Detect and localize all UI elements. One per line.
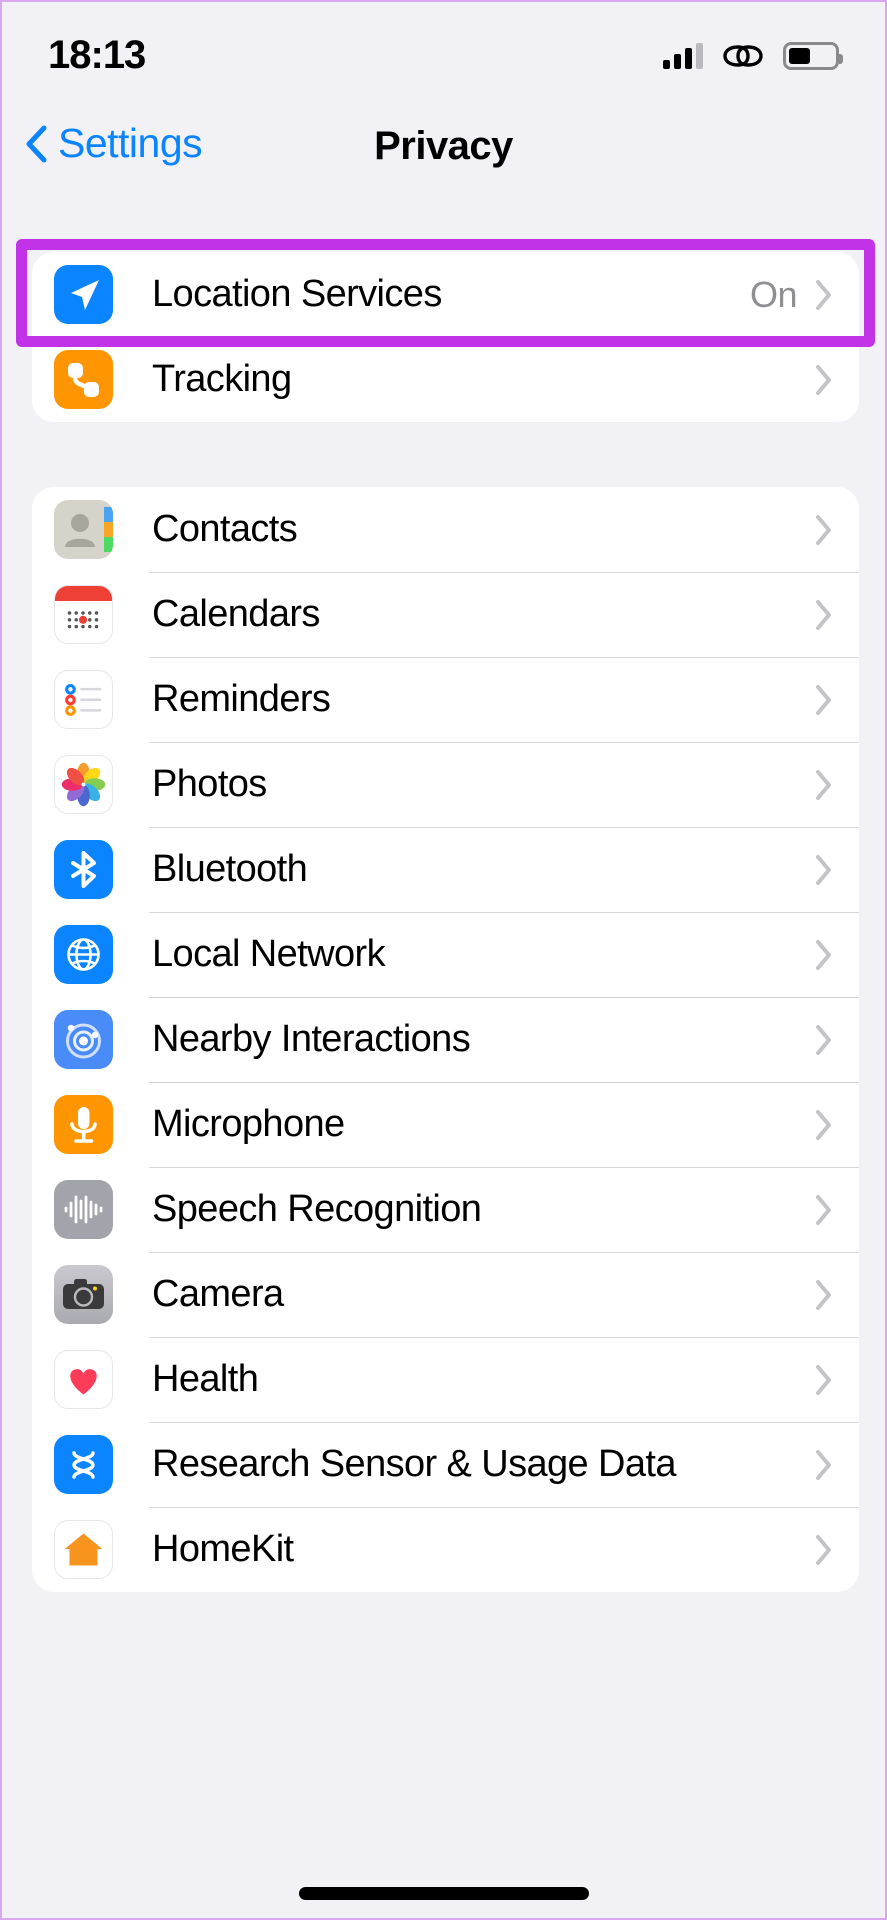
- research-sensor-icon: [54, 1435, 113, 1494]
- row-separator: [149, 912, 859, 913]
- row-microphone[interactable]: Microphone: [32, 1082, 859, 1167]
- cellular-signal-icon: [663, 43, 703, 69]
- row-label: Nearby Interactions: [152, 1018, 471, 1060]
- row-label: Research Sensor & Usage Data: [152, 1443, 677, 1485]
- row-label: Bluetooth: [152, 848, 308, 890]
- iphone-screen: 18:13 Settings Privacy Location Services…: [0, 0, 887, 1920]
- chevron-right-icon: [816, 1449, 831, 1480]
- chevron-right-icon: [816, 279, 831, 310]
- row-bluetooth[interactable]: Bluetooth: [32, 827, 859, 912]
- chevron-right-icon: [816, 854, 831, 885]
- row-label: Microphone: [152, 1103, 345, 1145]
- row-health[interactable]: Health: [32, 1337, 859, 1422]
- row-label: Photos: [152, 763, 267, 805]
- row-tracking[interactable]: Tracking: [32, 337, 859, 422]
- row-separator: [149, 827, 859, 828]
- page-title: Privacy: [374, 124, 513, 168]
- row-location-services[interactable]: Location Services On: [32, 252, 859, 337]
- chevron-right-icon: [816, 1024, 831, 1055]
- chevron-right-icon: [816, 1279, 831, 1310]
- row-contacts[interactable]: Contacts: [32, 487, 859, 572]
- chevron-right-icon: [816, 1109, 831, 1140]
- chevron-right-icon: [816, 939, 831, 970]
- battery-icon: [783, 42, 843, 70]
- row-label: Contacts: [152, 508, 298, 550]
- row-label: Location Services: [152, 273, 442, 315]
- reminders-icon: [54, 670, 113, 729]
- home-indicator: [298, 1887, 589, 1900]
- row-research-sensor-usage-data[interactable]: Research Sensor & Usage Data: [32, 1422, 859, 1507]
- chevron-right-icon: [816, 1194, 831, 1225]
- heart-icon: [54, 1350, 113, 1409]
- row-separator: [149, 657, 859, 658]
- chain-link-icon: [723, 45, 763, 67]
- row-separator: [149, 1252, 859, 1253]
- row-separator: [149, 997, 859, 998]
- row-separator: [149, 1167, 859, 1168]
- row-separator: [149, 1422, 859, 1423]
- row-nearby-interactions[interactable]: Nearby Interactions: [32, 997, 859, 1082]
- row-camera[interactable]: Camera: [32, 1252, 859, 1337]
- row-label: Local Network: [152, 933, 386, 975]
- chevron-right-icon: [816, 1534, 831, 1565]
- photos-icon: [54, 755, 113, 814]
- status-time: 18:13: [48, 32, 146, 77]
- row-separator: [149, 1082, 859, 1083]
- tracking-icon: [54, 350, 113, 409]
- row-label: HomeKit: [152, 1528, 294, 1570]
- chevron-right-icon: [816, 684, 831, 715]
- location-arrow-icon: [54, 265, 113, 324]
- camera-icon: [54, 1265, 113, 1324]
- row-reminders[interactable]: Reminders: [32, 657, 859, 742]
- row-separator: [149, 337, 859, 338]
- row-calendars[interactable]: Calendars: [32, 572, 859, 657]
- row-photos[interactable]: Photos: [32, 742, 859, 827]
- row-label: Health: [152, 1358, 259, 1400]
- navigation-bar: Settings Privacy: [2, 102, 885, 207]
- row-label: Calendars: [152, 593, 320, 635]
- homekit-icon: [54, 1520, 113, 1579]
- chevron-right-icon: [816, 514, 831, 545]
- chevron-right-icon: [816, 1364, 831, 1395]
- row-local-network[interactable]: Local Network: [32, 912, 859, 997]
- chevron-right-icon: [816, 364, 831, 395]
- contacts-icon: [54, 500, 113, 559]
- row-separator: [149, 572, 859, 573]
- globe-icon: [54, 925, 113, 984]
- bluetooth-icon: [54, 840, 113, 899]
- row-value: On: [749, 273, 798, 315]
- row-separator: [149, 1337, 859, 1338]
- row-speech-recognition[interactable]: Speech Recognition: [32, 1167, 859, 1252]
- row-label: Speech Recognition: [152, 1188, 482, 1230]
- nearby-interactions-icon: [54, 1010, 113, 1069]
- chevron-right-icon: [816, 769, 831, 800]
- waveform-icon: [54, 1180, 113, 1239]
- status-bar: 18:13: [2, 2, 885, 102]
- row-label: Tracking: [152, 358, 292, 400]
- chevron-right-icon: [816, 599, 831, 630]
- row-label: Camera: [152, 1273, 284, 1315]
- status-icons: [663, 41, 843, 71]
- row-separator: [149, 742, 859, 743]
- row-label: Reminders: [152, 678, 331, 720]
- microphone-icon: [54, 1095, 113, 1154]
- row-separator: [149, 1507, 859, 1508]
- settings-group-permissions: Contacts Calendars Reminders Photos Blue…: [32, 487, 859, 1592]
- row-homekit[interactable]: HomeKit: [32, 1507, 859, 1592]
- calendar-icon: [54, 585, 113, 644]
- settings-group-primary: Location Services On Tracking: [32, 252, 859, 422]
